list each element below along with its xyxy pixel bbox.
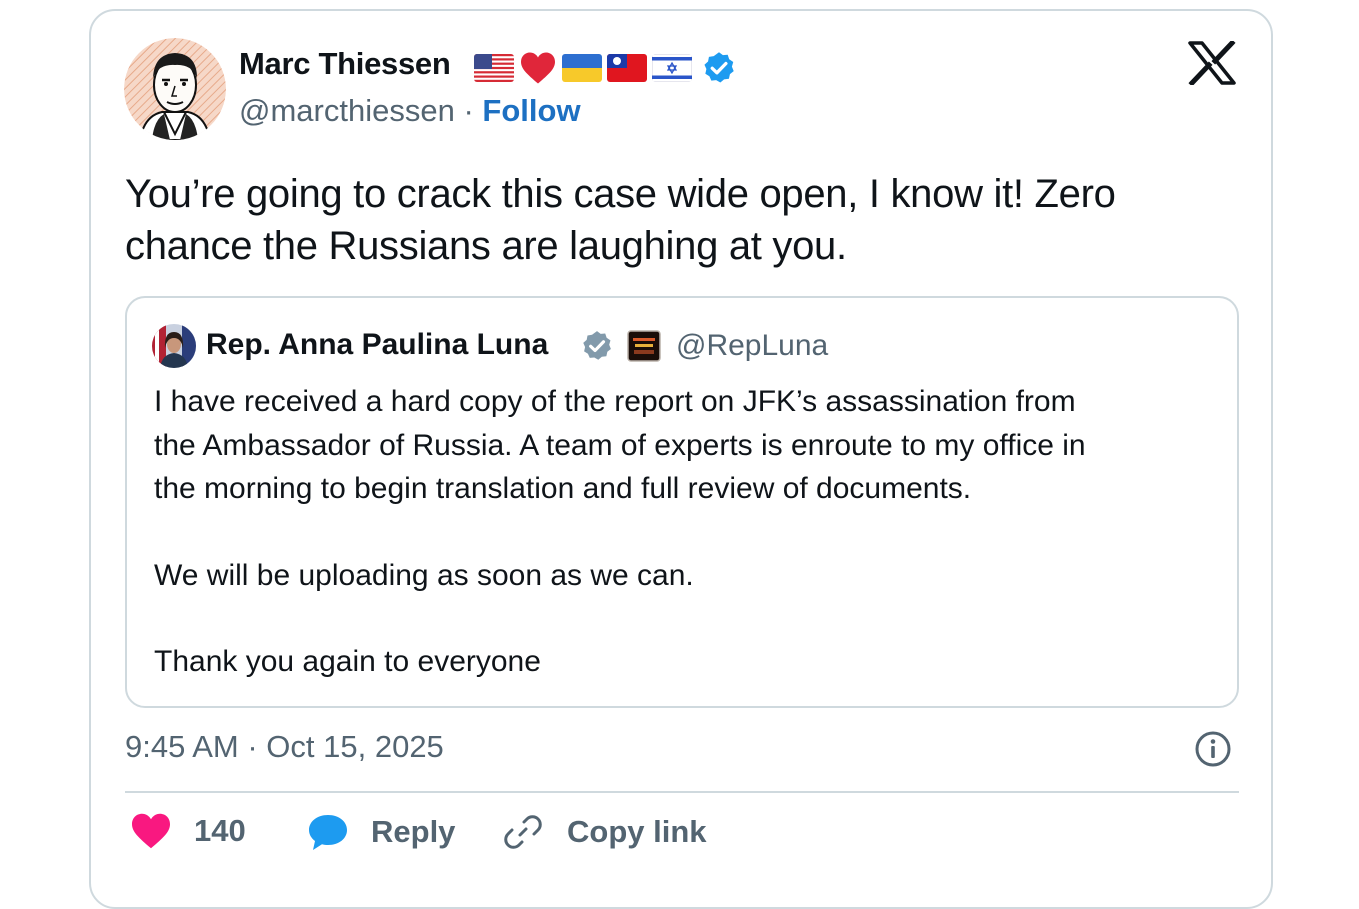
- author-name[interactable]: Marc Thiessen: [239, 46, 451, 82]
- quote-paragraph: We will be uploading as soon as we can.: [154, 554, 1229, 598]
- government-verified-badge-icon: [580, 329, 614, 363]
- x-logo-icon[interactable]: [1188, 39, 1236, 87]
- tweet-timestamp[interactable]: 9:45 AM · Oct 15, 2025: [125, 729, 444, 765]
- ukraine-flag-icon: [562, 54, 602, 82]
- tweet-text-line: chance the Russians are laughing at you.: [125, 224, 847, 268]
- reply-bubble-icon: [307, 812, 349, 852]
- israel-flag-icon: [652, 54, 692, 82]
- like-button[interactable]: 140: [130, 812, 246, 850]
- reply-button[interactable]: Reply: [307, 812, 455, 852]
- copy-link-button[interactable]: Copy link: [503, 812, 707, 852]
- red-heart-icon: [519, 51, 557, 85]
- handle-separator: ·: [463, 93, 474, 128]
- quote-author-handle: @RepLuna: [676, 329, 829, 362]
- author-handle[interactable]: @marcthiessen: [239, 93, 455, 128]
- tweet-text-line: You’re going to crack this case wide ope…: [125, 172, 1116, 216]
- quote-author-avatar: [152, 324, 196, 368]
- heart-icon: [130, 812, 172, 850]
- quote-text: I have received a hard copy of the repor…: [154, 380, 1229, 684]
- link-icon: [503, 812, 543, 852]
- quote-text-line: Thank you again to everyone: [154, 645, 541, 678]
- author-handle-line: @marcthiessen · Follow: [239, 93, 581, 129]
- copy-link-label: Copy link: [567, 814, 707, 849]
- quote-paragraph: I have received a hard copy of the repor…: [154, 380, 1229, 511]
- author-emoji-flags: [474, 50, 737, 86]
- actions-divider: [125, 791, 1239, 793]
- info-icon[interactable]: [1194, 730, 1232, 768]
- us-flag-icon: [474, 54, 514, 82]
- author-avatar[interactable]: [124, 38, 226, 140]
- taiwan-flag-icon: [607, 54, 647, 82]
- quote-text-line: the morning to begin translation and ful…: [154, 472, 972, 505]
- like-count: 140: [194, 813, 246, 848]
- affiliate-badge-icon: [627, 330, 661, 362]
- verified-badge-icon: [701, 50, 737, 86]
- quote-text-line: We will be uploading as soon as we can.: [154, 558, 694, 592]
- quote-paragraph: Thank you again to everyone: [154, 640, 1229, 684]
- quote-text-line: I have received a hard copy of the repor…: [154, 385, 1076, 418]
- follow-button[interactable]: Follow: [482, 93, 580, 128]
- reply-label: Reply: [371, 814, 456, 849]
- quote-author-name: Rep. Anna Paulina Luna: [206, 328, 549, 361]
- quote-text-line: the Ambassador of Russia. A team of expe…: [154, 428, 1086, 462]
- tweet-text: You’re going to crack this case wide ope…: [125, 168, 1235, 272]
